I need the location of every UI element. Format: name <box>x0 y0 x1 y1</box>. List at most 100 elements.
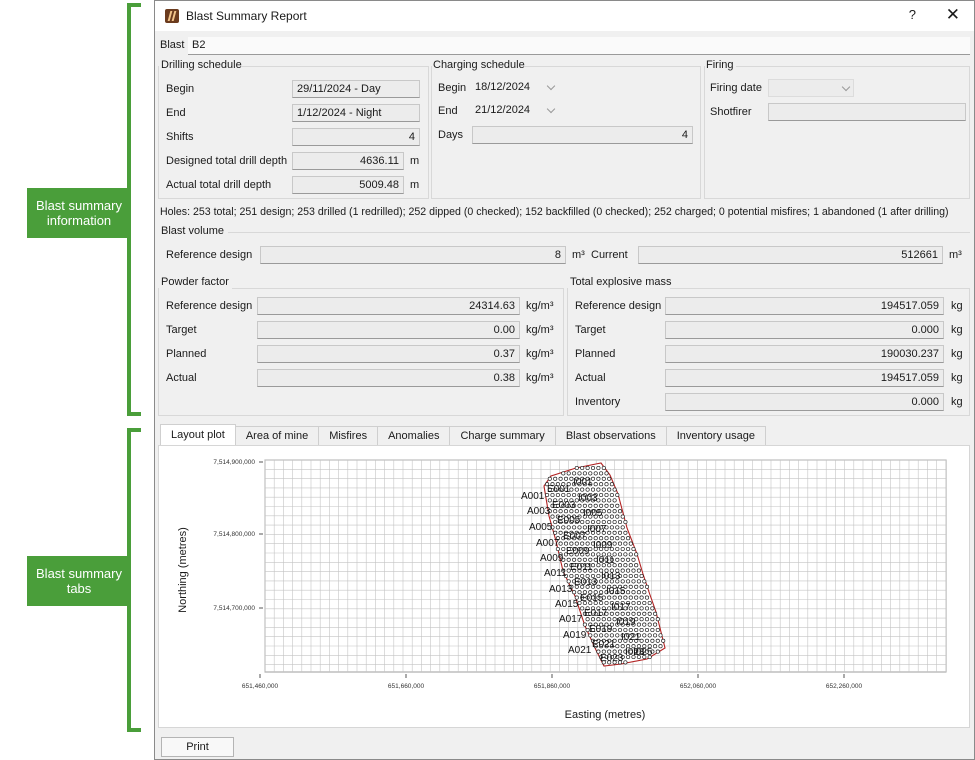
drill-hole <box>607 487 612 492</box>
tab-charge-summary[interactable]: Charge summary <box>449 426 556 446</box>
explosive-mass-row-value[interactable]: 194517.059 <box>665 297 944 315</box>
volume-reference-field[interactable]: 8 <box>260 246 566 264</box>
explosive-mass-row-unit: kg <box>951 396 963 408</box>
blast-label: Blast <box>160 39 185 51</box>
actual-depth-unit: m <box>410 179 420 191</box>
drill-hole <box>615 557 620 562</box>
drilling-end-label: End <box>166 107 186 119</box>
powder-factor-row-unit: kg/m³ <box>526 300 554 312</box>
callout-blast-summary-tabs: Blast summary tabs <box>27 556 131 606</box>
firing-date-select[interactable] <box>768 79 854 97</box>
drill-hole <box>577 471 582 476</box>
drill-hole <box>631 611 636 616</box>
drill-hole <box>639 573 644 579</box>
powder-factor-row-unit: kg/m³ <box>526 348 554 360</box>
charging-end-select[interactable]: 21/12/2024 <box>472 102 558 120</box>
drilling-begin-field[interactable]: 29/11/2024 - Day <box>292 80 420 98</box>
explosive-mass-row-unit: kg <box>951 300 963 312</box>
drill-hole <box>566 525 571 530</box>
volume-current-field[interactable]: 512661 <box>638 246 943 264</box>
drill-hole <box>588 471 593 476</box>
volume-reference-unit: m³ <box>572 249 585 261</box>
drill-hole <box>647 622 652 627</box>
drill-hole <box>631 590 636 595</box>
drill-hole <box>650 606 655 611</box>
layout-plot[interactable]: 7,514,900,000 7,514,800,000 7,514,700,000 6… <box>159 446 971 729</box>
blast-name-field[interactable]: B2 <box>188 37 970 55</box>
drill-hole <box>634 595 639 600</box>
print-button[interactable]: Print <box>161 737 234 757</box>
tab-area-of-mine[interactable]: Area of mine <box>234 426 320 446</box>
designed-depth-field[interactable]: 4636.11 <box>292 152 404 170</box>
tab-blast-observations[interactable]: Blast observations <box>554 426 667 446</box>
charging-begin-select[interactable]: 18/12/2024 <box>472 79 558 97</box>
tab-layout-plot[interactable]: Layout plot <box>160 424 236 445</box>
tab-inventory-usage[interactable]: Inventory usage <box>665 426 766 446</box>
hole-label: A021 <box>568 645 592 656</box>
tab-anomalies[interactable]: Anomalies <box>377 426 451 446</box>
powder-factor-row-value[interactable]: 0.00 <box>257 321 520 339</box>
drill-hole <box>563 541 569 546</box>
drilling-shifts-field[interactable]: 4 <box>292 128 420 146</box>
charging-days-field[interactable]: 4 <box>472 126 693 144</box>
drill-hole <box>558 530 563 535</box>
drill-hole <box>620 579 625 584</box>
drill-hole <box>612 519 617 525</box>
drill-hole <box>563 476 569 481</box>
bracket-info-stub <box>120 211 130 215</box>
hole-label: I013 <box>601 571 621 582</box>
drill-hole <box>574 541 579 546</box>
drill-hole <box>601 487 606 492</box>
drill-hole <box>626 579 631 584</box>
powder-factor-row-value[interactable]: 24314.63 <box>257 297 520 315</box>
hole-label: I021 <box>621 632 641 643</box>
drill-hole <box>636 611 641 616</box>
drill-hole <box>626 568 631 573</box>
drill-hole <box>628 552 633 557</box>
callout-blast-summary-information: Blast summary information <box>27 188 131 238</box>
help-button[interactable]: ? <box>909 7 916 22</box>
drill-hole <box>642 590 647 595</box>
hole-label: E007 <box>563 531 587 542</box>
drill-hole <box>615 503 620 508</box>
drill-hole <box>593 482 598 487</box>
drill-hole <box>588 557 593 562</box>
drill-hole <box>596 476 601 481</box>
drill-hole <box>563 563 569 568</box>
actual-depth-field[interactable]: 5009.48 <box>292 176 404 194</box>
drill-hole <box>655 617 660 622</box>
drill-hole <box>577 525 582 530</box>
hole-label: I019 <box>616 617 636 628</box>
hole-label: E011 <box>570 562 593 573</box>
close-button[interactable]: ✕ <box>946 5 960 25</box>
hole-label: E005 <box>557 515 581 526</box>
shotfirer-field[interactable] <box>768 103 966 121</box>
y-tick-label: 7,514,800,000 <box>213 531 255 538</box>
drill-hole <box>596 465 601 471</box>
powder-factor-row-value[interactable]: 0.38 <box>257 369 520 387</box>
explosive-mass-row-value[interactable]: 0.000 <box>665 321 944 339</box>
blast-report-icon <box>165 9 179 23</box>
explosive-mass-row-label: Target <box>575 324 606 336</box>
drill-hole <box>569 573 574 579</box>
explosive-mass-row-value[interactable]: 190030.237 <box>665 345 944 363</box>
drill-hole <box>623 563 628 568</box>
drilling-end-field[interactable]: 1/12/2024 - Night <box>292 104 420 122</box>
drill-hole <box>582 622 587 627</box>
explosive-mass-title: Total explosive mass <box>570 276 672 288</box>
drill-hole <box>617 509 623 514</box>
drill-hole <box>572 590 577 595</box>
hole-label: I009 <box>593 540 613 551</box>
drill-hole <box>590 465 596 471</box>
drill-hole <box>607 498 612 503</box>
powder-factor-row-value[interactable]: 0.37 <box>257 345 520 363</box>
drill-hole <box>631 557 636 562</box>
explosive-mass-row-value[interactable]: 194517.059 <box>665 369 944 387</box>
hole-label: A017 <box>559 614 583 625</box>
drill-hole <box>553 476 558 481</box>
explosive-mass-row-value[interactable]: 0.000 <box>665 393 944 411</box>
drill-hole <box>628 595 633 600</box>
drill-hole <box>601 498 606 503</box>
drill-hole <box>631 546 636 552</box>
tab-misfires[interactable]: Misfires <box>318 426 379 446</box>
